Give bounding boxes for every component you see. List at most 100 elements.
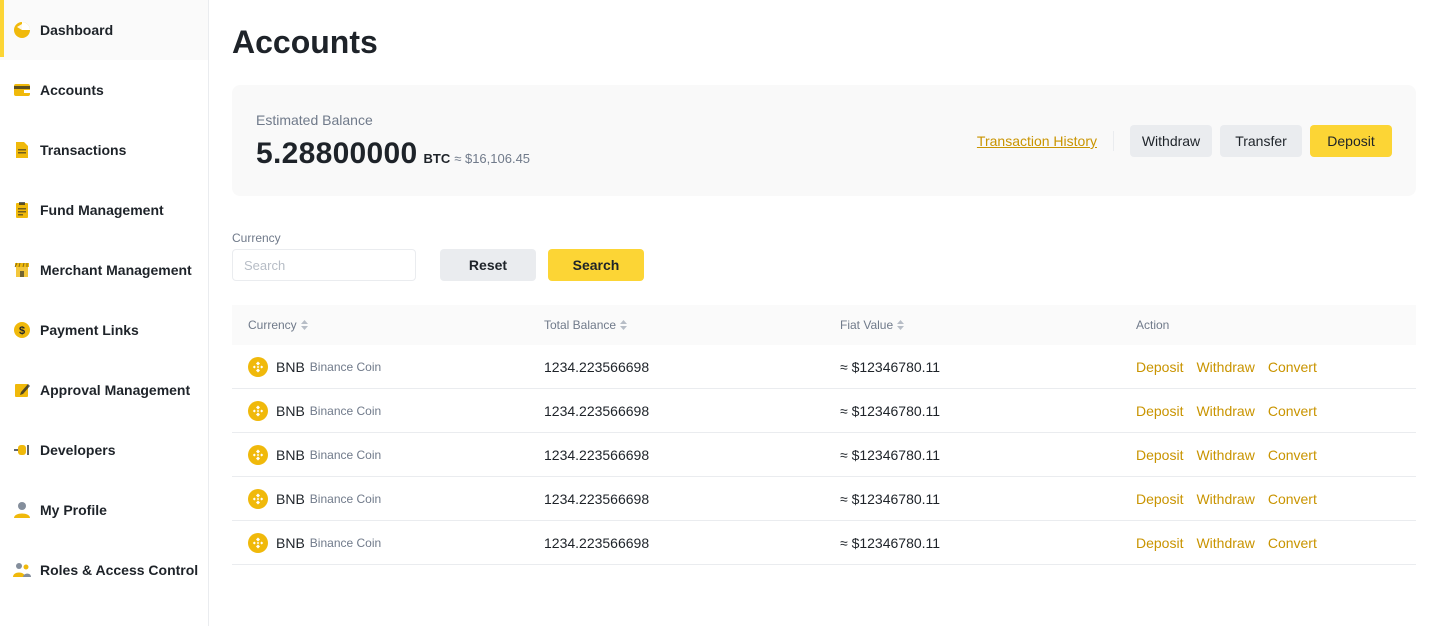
- fiat-value-cell: ≈ $12346780.11: [840, 358, 941, 375]
- balance-value-row: 5.28800000 BTC ≈ $16,106.45: [256, 137, 530, 171]
- row-deposit-link[interactable]: Deposit: [1136, 403, 1183, 419]
- table-row: BNB Binance Coin 1234.223566698 ≈ $12346…: [232, 345, 1416, 389]
- bnb-coin-icon: [248, 488, 268, 509]
- coin-symbol: BNB: [276, 446, 305, 463]
- coin-name: Binance Coin: [309, 535, 382, 550]
- clipboard-icon: [13, 201, 31, 219]
- row-withdraw-link[interactable]: Withdraw: [1196, 535, 1254, 551]
- currency-cell: BNB Binance Coin: [248, 488, 382, 509]
- edit-icon: [13, 381, 31, 399]
- divider: [1113, 131, 1114, 151]
- header-label: Currency: [248, 318, 297, 332]
- row-deposit-link[interactable]: Deposit: [1136, 447, 1183, 463]
- coin-name: Binance Coin: [309, 447, 382, 462]
- users-icon: [13, 561, 31, 579]
- user-icon: [13, 501, 31, 519]
- sidebar-item-transactions[interactable]: Transactions: [0, 120, 208, 180]
- table-header: Currency Total Balance Fiat Value Action: [232, 305, 1416, 345]
- row-convert-link[interactable]: Convert: [1268, 403, 1317, 419]
- balance-unit: BTC: [423, 151, 451, 166]
- sidebar-item-developers[interactable]: Developers: [0, 420, 208, 480]
- balance-fiat: ≈ $16,106.45: [454, 151, 531, 166]
- transaction-history-link[interactable]: Transaction History: [977, 133, 1097, 149]
- balance-value: 5.28800000: [256, 137, 418, 170]
- search-button[interactable]: Search: [548, 249, 644, 281]
- sidebar-item-approval-management[interactable]: Approval Management: [0, 360, 208, 420]
- reset-button[interactable]: Reset: [440, 249, 536, 281]
- sort-icon: [620, 320, 628, 330]
- sidebar-item-label: My Profile: [40, 502, 107, 518]
- row-withdraw-link[interactable]: Withdraw: [1196, 403, 1254, 419]
- deposit-button[interactable]: Deposit: [1310, 125, 1392, 157]
- bnb-coin-icon: [248, 400, 268, 421]
- table-row: BNB Binance Coin 1234.223566698 ≈ $12346…: [232, 521, 1416, 565]
- action-cell: Deposit Withdraw Convert: [1136, 491, 1330, 507]
- row-deposit-link[interactable]: Deposit: [1136, 535, 1183, 551]
- total-balance-cell: 1234.223566698: [544, 402, 650, 419]
- total-balance-cell: 1234.223566698: [544, 358, 650, 375]
- sidebar-item-merchant-management[interactable]: Merchant Management: [0, 240, 208, 300]
- bnb-coin-icon: [248, 356, 268, 377]
- coin-symbol: BNB: [276, 358, 305, 375]
- sidebar-item-label: Merchant Management: [40, 262, 192, 278]
- sidebar-item-label: Payment Links: [40, 322, 139, 338]
- sidebar-item-fund-management[interactable]: Fund Management: [0, 180, 208, 240]
- table-row: BNB Binance Coin 1234.223566698 ≈ $12346…: [232, 433, 1416, 477]
- currency-cell: BNB Binance Coin: [248, 532, 382, 553]
- balance-card: Estimated Balance 5.28800000 BTC ≈ $16,1…: [232, 85, 1416, 196]
- transfer-button[interactable]: Transfer: [1220, 125, 1302, 157]
- currency-cell: BNB Binance Coin: [248, 400, 381, 421]
- column-header-fiat-value[interactable]: Fiat Value: [840, 318, 905, 332]
- sidebar-item-label: Accounts: [40, 82, 104, 98]
- store-icon: [13, 261, 31, 279]
- header-label: Total Balance: [544, 318, 617, 332]
- dashboard-icon: [13, 21, 31, 39]
- table-row: BNB Binance Coin 1234.223566698 ≈ $12346…: [232, 389, 1416, 433]
- withdraw-button[interactable]: Withdraw: [1130, 125, 1212, 157]
- table-row: BNB Binance Coin 1234.223566698 ≈ $12346…: [232, 477, 1416, 521]
- bnb-coin-icon: [248, 444, 268, 465]
- column-header-action: Action: [1136, 318, 1170, 332]
- row-deposit-link[interactable]: Deposit: [1136, 491, 1183, 507]
- coin-name: Binance Coin: [309, 491, 382, 506]
- bnb-coin-icon: [248, 532, 268, 553]
- coin-name: Binance Coin: [309, 359, 382, 374]
- action-cell: Deposit Withdraw Convert: [1136, 447, 1330, 463]
- header-label: Fiat Value: [840, 318, 894, 332]
- currency-filter-label: Currency: [232, 231, 281, 245]
- document-icon: [13, 141, 31, 159]
- currency-cell: BNB Binance Coin: [248, 356, 382, 377]
- row-convert-link[interactable]: Convert: [1268, 447, 1317, 463]
- sidebar-item-dashboard[interactable]: Dashboard: [0, 0, 208, 60]
- coin-symbol: BNB: [276, 534, 305, 551]
- sidebar-item-my-profile[interactable]: My Profile: [0, 480, 208, 540]
- action-cell: Deposit Withdraw Convert: [1136, 359, 1330, 375]
- sidebar-item-roles-access[interactable]: Roles & Access Control: [0, 540, 208, 600]
- sidebar-item-payment-links[interactable]: $ Payment Links: [0, 300, 208, 360]
- fiat-value-cell: ≈ $12346780.11: [840, 402, 941, 419]
- coin-symbol: BNB: [276, 490, 305, 507]
- row-deposit-link[interactable]: Deposit: [1136, 359, 1183, 375]
- row-withdraw-link[interactable]: Withdraw: [1196, 491, 1254, 507]
- plug-icon: [13, 441, 31, 459]
- row-withdraw-link[interactable]: Withdraw: [1196, 447, 1254, 463]
- svg-text:$: $: [19, 325, 25, 337]
- sidebar-item-label: Developers: [40, 442, 116, 458]
- currency-search-input[interactable]: [232, 249, 416, 281]
- row-withdraw-link[interactable]: Withdraw: [1196, 359, 1254, 375]
- fiat-value-cell: ≈ $12346780.11: [840, 446, 941, 463]
- balance-actions: Transaction History Withdraw Transfer De…: [977, 125, 1392, 157]
- row-convert-link[interactable]: Convert: [1268, 535, 1317, 551]
- sidebar-item-accounts[interactable]: Accounts: [0, 60, 208, 120]
- sidebar-item-label: Roles & Access Control: [40, 562, 199, 578]
- column-header-total-balance[interactable]: Total Balance: [544, 318, 628, 332]
- row-convert-link[interactable]: Convert: [1268, 359, 1317, 375]
- row-convert-link[interactable]: Convert: [1268, 491, 1317, 507]
- page-title: Accounts: [232, 24, 378, 60]
- total-balance-cell: 1234.223566698: [544, 534, 650, 551]
- coin-symbol: BNB: [276, 402, 305, 419]
- wallet-icon: [13, 81, 31, 99]
- column-header-currency[interactable]: Currency: [248, 318, 308, 332]
- total-balance-cell: 1234.223566698: [544, 490, 650, 507]
- sidebar: Dashboard Accounts Transactions Fund Man…: [0, 0, 209, 626]
